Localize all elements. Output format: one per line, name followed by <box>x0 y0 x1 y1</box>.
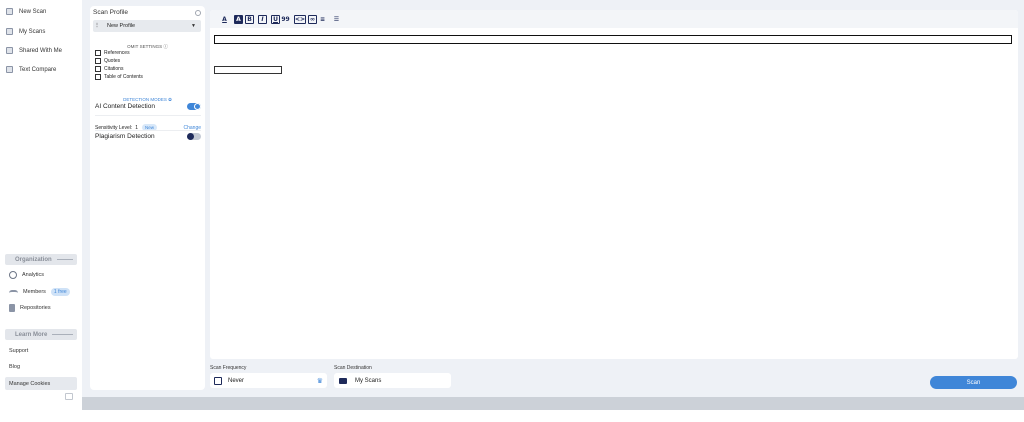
repository-icon <box>9 304 15 312</box>
nav-text-compare-label: Text Compare <box>19 66 57 73</box>
editor-toolbar: A A B I U 99 <> ∞ ≡ ☰ <box>210 10 1018 28</box>
folder-icon <box>6 28 13 35</box>
document-icon <box>6 8 13 15</box>
nav-my-scans[interactable]: My Scans <box>6 28 45 35</box>
ai-detection-label: AI Content Detection <box>95 103 155 110</box>
scan-profile-panel: Scan Profile ⋮ New Profile ▼ OMIT SETTIN… <box>90 6 205 390</box>
omit-toc-checkbox[interactable]: Table of Contents <box>95 74 143 80</box>
footer-bar <box>82 397 1024 410</box>
omit-citations-checkbox[interactable]: Citations <box>95 66 123 72</box>
toggle-knob <box>187 133 194 140</box>
bullet-list-button[interactable]: ≡ <box>318 15 327 24</box>
highlight-button[interactable]: A <box>234 15 243 24</box>
plagiarism-detection-row: Plagiarism Detection <box>95 133 201 140</box>
scan-profile-title: Scan Profile <box>93 9 129 16</box>
analytics-icon <box>9 271 17 279</box>
ai-detection-row: AI Content Detection <box>95 103 201 110</box>
scan-button[interactable]: Scan <box>930 376 1017 389</box>
analytics-label: Analytics <box>22 272 45 278</box>
detection-modes-text: DETECTION MODES <box>123 97 167 102</box>
underline-button[interactable]: U <box>271 15 280 24</box>
profile-select[interactable]: ⋮ New Profile ▼ <box>93 20 201 32</box>
checkbox-label: Quotes <box>104 58 121 64</box>
left-sidebar: New Scan My Scans Shared With Me Text Co… <box>0 0 82 422</box>
compare-icon <box>6 66 13 73</box>
checkbox-label: Table of Contents <box>104 74 143 80</box>
plagiarism-label: Plagiarism Detection <box>95 133 155 140</box>
org-repositories[interactable]: Repositories <box>9 304 51 312</box>
folder-icon <box>339 377 347 384</box>
members-icon <box>9 289 18 295</box>
omit-quotes-checkbox[interactable]: Quotes <box>95 58 120 64</box>
numbered-list-button[interactable]: ☰ <box>332 15 341 24</box>
blog-link[interactable]: Blog <box>9 364 20 370</box>
checkbox[interactable] <box>95 66 101 72</box>
org-analytics[interactable]: Analytics <box>9 271 44 279</box>
repositories-label: Repositories <box>20 305 51 311</box>
checkbox-label: Citations <box>104 66 124 72</box>
link-button[interactable]: ∞ <box>308 15 317 24</box>
scan-frequency-value: Never <box>228 377 245 384</box>
text-editor: A A B I U 99 <> ∞ ≡ ☰ <box>210 10 1018 359</box>
divider <box>95 130 201 131</box>
learn-more-heading-text: Learn More <box>15 331 48 338</box>
support-link[interactable]: Support <box>9 348 28 354</box>
learn-more-heading: Learn More <box>5 329 77 340</box>
divider <box>95 115 201 116</box>
checkbox[interactable] <box>95 50 101 56</box>
org-members[interactable]: Members 1 free <box>9 288 70 296</box>
chevron-down-icon: ▼ <box>191 23 196 29</box>
nav-new-scan-label: New Scan <box>19 8 47 15</box>
collapse-sidebar-icon[interactable] <box>65 393 73 400</box>
nav-text-compare[interactable]: Text Compare <box>6 66 56 73</box>
divider <box>56 259 73 260</box>
quote-button[interactable]: 99 <box>281 15 290 24</box>
plagiarism-toggle[interactable] <box>187 133 201 140</box>
calendar-icon <box>214 376 222 385</box>
crown-icon: ♛ <box>316 377 323 385</box>
nav-new-scan[interactable]: New Scan <box>6 8 46 15</box>
title-input[interactable] <box>214 35 1012 44</box>
omit-settings-text: OMIT SETTINGS <box>127 44 163 49</box>
toggle-knob <box>194 103 201 110</box>
checkbox[interactable] <box>95 74 101 80</box>
code-button[interactable]: <> <box>294 15 307 24</box>
info-icon: ⓘ <box>163 44 168 49</box>
more-vertical-icon: ⋮ <box>94 23 100 29</box>
organization-heading: Organization <box>5 254 77 265</box>
settings-icon[interactable]: ✿ <box>168 97 172 102</box>
scan-destination-label: Scan Destination <box>334 365 372 371</box>
ai-detection-toggle[interactable] <box>187 103 201 110</box>
scan-frequency-select[interactable]: Never ♛ <box>210 373 327 388</box>
organization-heading-text: Organization <box>15 256 52 263</box>
nav-shared-with-me[interactable]: Shared With Me <box>6 47 62 54</box>
checkbox-label: References <box>104 50 130 56</box>
scan-destination-select[interactable]: My Scans <box>334 373 451 388</box>
scan-frequency-label: Scan Frequency <box>210 365 247 371</box>
omit-references-checkbox[interactable]: References <box>95 50 130 56</box>
members-label: Members <box>23 289 46 295</box>
nav-shared-label: Shared With Me <box>19 47 63 54</box>
gear-icon[interactable] <box>195 10 201 16</box>
members-badge: 1 free <box>50 288 70 296</box>
text-color-button[interactable]: A <box>220 15 229 24</box>
nav-my-scans-label: My Scans <box>19 28 46 35</box>
scan-destination-value: My Scans <box>355 377 382 384</box>
italic-button[interactable]: I <box>258 15 267 24</box>
bold-button[interactable]: B <box>245 15 254 24</box>
bottom-strip <box>0 410 1024 422</box>
profile-select-value: New Profile <box>107 23 136 29</box>
checkbox[interactable] <box>95 58 101 64</box>
manage-cookies-button[interactable]: Manage Cookies <box>5 377 77 390</box>
small-input[interactable] <box>214 66 282 74</box>
divider <box>52 334 73 335</box>
shared-folder-icon <box>6 47 13 54</box>
